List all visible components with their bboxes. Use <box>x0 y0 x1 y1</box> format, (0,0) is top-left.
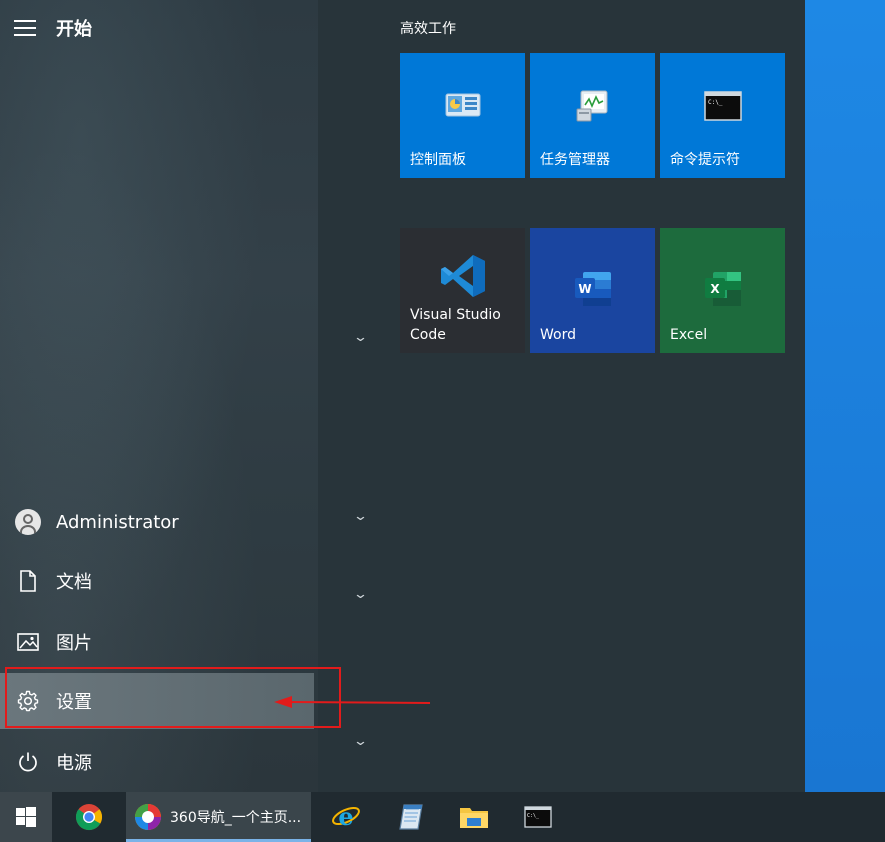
user-avatar-icon <box>15 509 41 535</box>
chrome-icon <box>75 804 103 831</box>
360-browser-icon <box>135 804 161 830</box>
user-account-item[interactable]: Administrator <box>0 494 318 550</box>
taskbar-command-prompt[interactable]: C:\_ <box>507 792 569 842</box>
svg-text:C:\_: C:\_ <box>527 813 540 819</box>
pictures-item[interactable]: 图片 <box>0 614 318 670</box>
svg-text:X: X <box>710 282 720 296</box>
power-icon <box>19 752 37 772</box>
tile-label: Excel <box>670 327 708 343</box>
chevron-down-icon[interactable]: ⌄ <box>353 587 368 602</box>
taskbar: 360导航_一个主页... e C:\_ <box>0 792 885 842</box>
vscode-icon <box>440 255 485 297</box>
command-prompt-icon: C:\_ <box>524 806 552 828</box>
document-icon <box>20 570 36 592</box>
tile-control-panel[interactable]: 控制面板 <box>400 53 525 178</box>
power-label: 电源 <box>56 753 92 774</box>
user-name: Administrator <box>56 511 179 533</box>
picture-icon <box>17 633 39 651</box>
excel-icon: X <box>704 271 741 306</box>
pictures-label: 图片 <box>56 633 92 654</box>
control-panel-icon <box>445 93 480 117</box>
tile-excel[interactable]: X Excel <box>660 228 785 353</box>
svg-text:e: e <box>338 802 353 831</box>
notepad-icon <box>399 804 423 830</box>
internet-explorer-icon: e <box>332 802 360 831</box>
annotation-arrow <box>274 696 431 708</box>
documents-item[interactable]: 文档 <box>0 553 318 609</box>
tile-word[interactable]: W Word <box>530 228 655 353</box>
documents-label: 文档 <box>56 572 92 593</box>
tile-visual-studio-code[interactable]: Visual Studio Code <box>400 228 525 353</box>
windows-start-icon <box>16 807 36 827</box>
chevron-down-icon[interactable]: ⌄ <box>353 509 368 524</box>
svg-text:C:\_: C:\_ <box>708 99 723 106</box>
taskbar-chrome[interactable] <box>52 792 126 842</box>
tile-label: 控制面板 <box>410 152 466 168</box>
power-item[interactable]: 电源 <box>0 734 318 790</box>
tile-group-title[interactable]: 高效工作 <box>400 18 456 38</box>
taskbar-item-label: 360导航_一个主页... <box>170 810 302 826</box>
command-prompt-icon: C:\_ <box>703 91 742 121</box>
tile-label: Visual Studio Code <box>410 307 501 343</box>
tile-command-prompt[interactable]: C:\_ 命令提示符 <box>660 53 785 178</box>
tile-label: 命令提示符 <box>670 152 740 168</box>
chevron-down-icon[interactable]: ⌄ <box>353 330 368 345</box>
chevron-down-icon[interactable]: ⌄ <box>353 734 368 749</box>
tile-task-manager[interactable]: 任务管理器 <box>530 53 655 178</box>
tile-label: Word <box>540 327 576 343</box>
tile-label: 任务管理器 <box>540 152 610 168</box>
svg-text:W: W <box>578 282 591 296</box>
start-button[interactable] <box>0 792 52 842</box>
hamburger-menu-icon[interactable] <box>14 20 36 36</box>
taskbar-360-browser[interactable]: 360导航_一个主页... <box>126 792 311 842</box>
taskbar-file-explorer[interactable] <box>441 792 507 842</box>
taskbar-internet-explorer[interactable]: e <box>311 792 381 842</box>
start-menu-title: 开始 <box>56 19 92 40</box>
word-icon: W <box>574 271 611 306</box>
start-menu-header: 开始 <box>14 14 92 42</box>
task-manager-icon <box>576 90 607 122</box>
file-explorer-icon <box>460 808 488 828</box>
taskbar-notepad[interactable] <box>381 792 441 842</box>
